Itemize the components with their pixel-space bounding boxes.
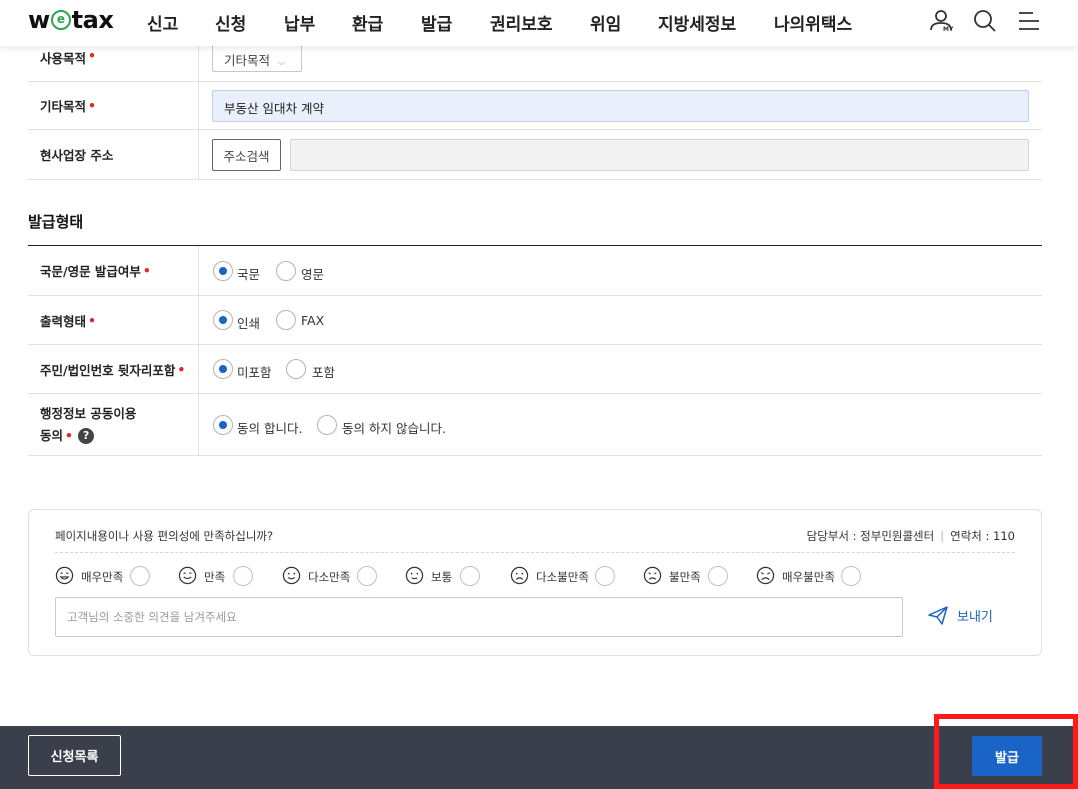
menu-item-local-tax-info[interactable]: 지방세정보 xyxy=(658,10,736,35)
rating-radio-somewhat-satisfied[interactable] xyxy=(357,566,377,586)
issue-button-highlight xyxy=(934,714,1078,789)
other-purpose-label: 기타목적 • xyxy=(28,82,199,129)
rating-label-somewhat-satisfied: 다소만족 xyxy=(308,570,351,584)
logo-text-tax: tax xyxy=(71,6,114,34)
radio-korean-label: 국문 xyxy=(237,267,261,282)
row-address: 현사업장 주소 주소검색 xyxy=(28,130,1042,180)
survey-divider xyxy=(55,552,1015,553)
menu-icon[interactable] xyxy=(1015,8,1043,36)
help-icon[interactable]: ? xyxy=(78,428,95,444)
global-navigation-bar: w e tax 신고 신청 납부 환급 발급 권리보호 위임 지방세정보 나의위택스… xyxy=(0,0,1078,46)
dissatisfied-face-icon xyxy=(643,566,662,585)
survey-contact: 연락처 : 110 xyxy=(950,529,1015,543)
radio-consent-disagree-label: 동의 하지 않습니다. xyxy=(342,421,446,436)
rating-label-somewhat-dissatisfied: 다소불만족 xyxy=(536,570,589,584)
radio-exclude-label: 미포함 xyxy=(237,365,272,380)
other-purpose-input[interactable]: 부동산 임대차 계약 xyxy=(212,90,1029,122)
rating-label-dissatisfied: 불만족 xyxy=(669,570,701,584)
row-output-type: 출력형태 • 인쇄 FAX xyxy=(28,296,1042,345)
admin-info-consent-label: 행정정보 공동이용 동의 •? xyxy=(28,394,199,455)
survey-question: 페이지내용이나 사용 편의성에 만족하십니까? xyxy=(55,529,274,543)
radio-print[interactable] xyxy=(213,310,233,330)
rating-label-very-satisfied: 매우만족 xyxy=(81,570,124,584)
output-type-label: 출력형태 • xyxy=(28,296,199,344)
bottom-action-bar: 신청목록 발급 xyxy=(0,726,1078,789)
radio-english-label: 영문 xyxy=(301,267,325,282)
menu-item-issue[interactable]: 발급 xyxy=(421,10,452,35)
required-mark: • xyxy=(142,263,151,278)
logo-text-w: w xyxy=(28,6,50,34)
survey-dept: 담당부서 : 정부민원콜센터 xyxy=(806,529,935,543)
address-search-button[interactable]: 주소검색 xyxy=(212,139,281,171)
required-mark: • xyxy=(177,361,186,377)
somewhat-satisfied-face-icon xyxy=(282,566,301,585)
menu-item-report[interactable]: 신고 xyxy=(147,10,178,35)
rating-radio-neutral[interactable] xyxy=(460,566,480,586)
rating-radio-dissatisfied[interactable] xyxy=(708,566,728,586)
satisfaction-survey: 페이지내용이나 사용 편의성에 만족하십니까? 담당부서 : 정부민원콜센터 | 연… xyxy=(28,509,1042,656)
survey-contact-info: 담당부서 : 정부민원콜센터 | 연락처 : 110 xyxy=(806,529,1015,543)
wetax-logo[interactable]: w e tax xyxy=(28,6,114,34)
radio-fax[interactable] xyxy=(276,310,296,330)
send-feedback-button[interactable]: 보내기 xyxy=(927,604,993,626)
radio-korean[interactable] xyxy=(213,261,233,281)
menu-item-pay[interactable]: 납부 xyxy=(284,10,315,35)
required-mark: • xyxy=(88,48,97,63)
row-other-purpose: 기타목적 • 부동산 임대차 계약 xyxy=(28,82,1042,130)
address-label: 현사업장 주소 xyxy=(28,130,199,179)
rating-radio-satisfied[interactable] xyxy=(233,566,253,586)
my-user-icon[interactable]: MY xyxy=(928,8,956,36)
row-language: 국문/영문 발급여부 • 국문 영문 xyxy=(28,246,1042,296)
menu-item-delegate[interactable]: 위임 xyxy=(590,10,621,35)
radio-exclude[interactable] xyxy=(213,359,233,379)
menu-item-apply[interactable]: 신청 xyxy=(215,10,246,35)
required-mark: • xyxy=(88,312,97,328)
menu-item-my-wetax[interactable]: 나의위택스 xyxy=(774,10,852,35)
rating-label-satisfied: 만족 xyxy=(204,570,226,584)
send-feedback-label: 보내기 xyxy=(957,609,993,625)
required-mark: • xyxy=(88,98,97,113)
radio-english[interactable] xyxy=(276,261,296,281)
rating-label-neutral: 보통 xyxy=(431,570,453,584)
somewhat-dissatisfied-face-icon xyxy=(510,566,529,585)
radio-include-label: 포함 xyxy=(312,365,336,380)
neutral-face-icon xyxy=(405,566,424,585)
rating-radio-very-satisfied[interactable] xyxy=(130,566,150,586)
section-title-issue-type: 발급형태 xyxy=(28,213,84,231)
my-label: MY xyxy=(943,26,954,33)
id-suffix-label: 주민/법인번호 뒷자리포함 • xyxy=(28,345,199,393)
feedback-input[interactable]: 고객님의 소중한 의견을 남겨주세요 xyxy=(55,597,903,637)
rating-radio-somewhat-dissatisfied[interactable] xyxy=(595,566,615,586)
language-label: 국문/영문 발급여부 • xyxy=(28,246,199,295)
radio-consent-agree-label: 동의 합니다. xyxy=(237,421,303,436)
radio-include[interactable] xyxy=(286,359,306,379)
menu-item-rights[interactable]: 권리보호 xyxy=(490,10,553,35)
rating-label-very-dissatisfied: 매우불만족 xyxy=(782,570,835,584)
chevron-down-icon: ⌵ xyxy=(278,58,285,68)
row-id-suffix: 주민/법인번호 뒷자리포함 • 미포함 포함 xyxy=(28,345,1042,394)
purpose-select[interactable]: 기타목적 ⌵ xyxy=(212,44,302,72)
logo-e-mark: e xyxy=(50,10,71,30)
satisfied-face-icon xyxy=(178,566,197,585)
search-icon[interactable] xyxy=(971,8,999,36)
radio-fax-label: FAX xyxy=(301,313,325,328)
radio-consent-disagree[interactable] xyxy=(317,415,337,435)
required-mark: • xyxy=(65,427,74,443)
rating-radio-very-dissatisfied[interactable] xyxy=(841,566,861,586)
radio-consent-agree[interactable] xyxy=(213,415,233,435)
paper-plane-icon xyxy=(928,606,948,625)
application-list-button[interactable]: 신청목록 xyxy=(28,735,121,776)
very-satisfied-face-icon xyxy=(55,566,74,585)
menu-item-refund[interactable]: 환급 xyxy=(352,10,383,35)
radio-print-label: 인쇄 xyxy=(237,316,261,331)
very-dissatisfied-face-icon xyxy=(756,566,775,585)
row-admin-info-consent: 행정정보 공동이용 동의 •? 동의 합니다. 동의 하지 않습니다. xyxy=(28,394,1042,456)
address-input xyxy=(290,139,1029,171)
